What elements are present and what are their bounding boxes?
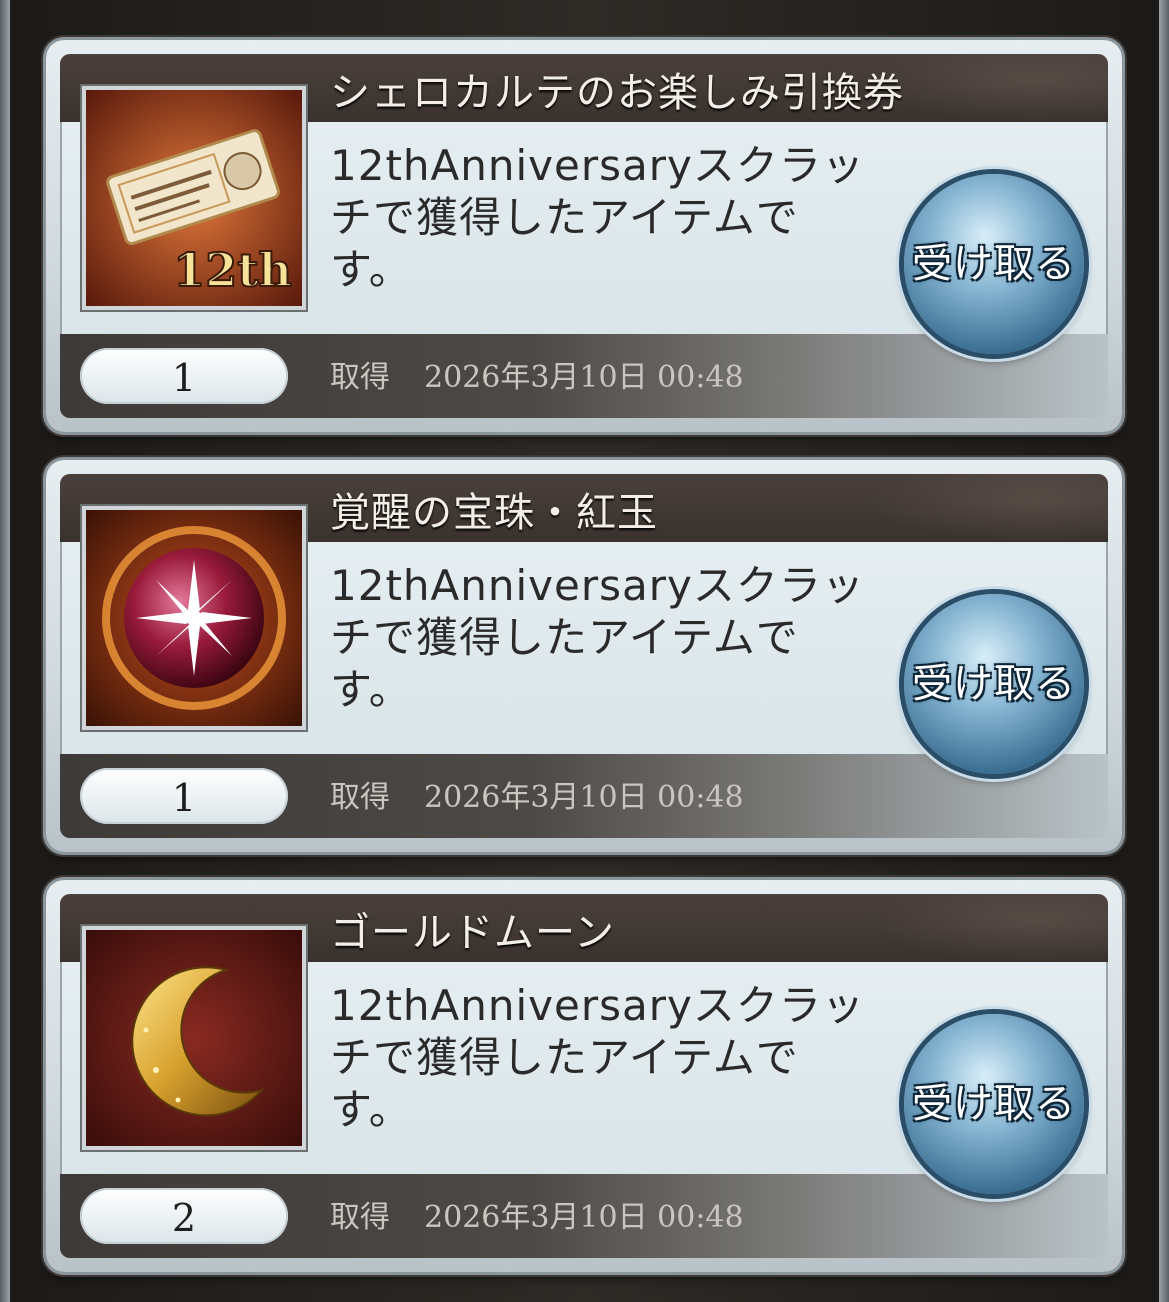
acquired-label: 取得 [330, 1200, 390, 1235]
item-footer: 2 取得 2026年3月10日 00:48 [60, 1174, 1108, 1258]
claim-button[interactable]: 受け取る [904, 174, 1084, 354]
item-name: シェロカルテのお楽しみ引換券 [330, 70, 904, 116]
acquired-info: 取得 2026年3月10日 00:48 [330, 772, 744, 816]
present-item-card: 覚醒の宝珠・紅玉 12thAnniversaryスクラッチで獲得したアイテムです… [46, 460, 1122, 852]
item-footer: 1 取得 2026年3月10日 00:48 [60, 334, 1108, 418]
quantity-badge: 1 [80, 768, 288, 824]
gold-moon-icon [86, 930, 302, 1146]
ticket-icon: 12th [86, 90, 302, 306]
svg-text:12th: 12th [173, 243, 292, 297]
quantity-badge: 1 [80, 348, 288, 404]
left-edge [0, 0, 10, 1302]
item-footer: 1 取得 2026年3月10日 00:48 [60, 754, 1108, 838]
claim-button-label: 受け取る [912, 1081, 1076, 1127]
red-orb-icon [86, 510, 302, 726]
quantity-badge: 2 [80, 1188, 288, 1244]
item-name: 覚醒の宝珠・紅玉 [330, 490, 658, 536]
right-edge [1159, 0, 1169, 1302]
acquired-date: 2026年3月10日 00:48 [424, 360, 744, 395]
acquired-info: 取得 2026年3月10日 00:48 [330, 352, 744, 396]
item-name: ゴールドムーン [330, 910, 615, 956]
acquired-label: 取得 [330, 780, 390, 815]
present-item-card: シェロカルテのお楽しみ引換券 12th 12thAnniversaryスクラッチ… [46, 40, 1122, 432]
acquired-info: 取得 2026年3月10日 00:48 [330, 1192, 744, 1236]
item-description: 12thAnniversaryスクラッチで獲得したアイテムです。 [330, 981, 865, 1134]
present-item-card: ゴールドムーン 12thAnniversaryスクラッチで獲得したアイテムです。… [46, 880, 1122, 1272]
claim-button-label: 受け取る [912, 241, 1076, 287]
item-description: 12thAnniversaryスクラッチで獲得したアイテムです。 [330, 561, 865, 714]
acquired-date: 2026年3月10日 00:48 [424, 1200, 744, 1235]
claim-button[interactable]: 受け取る [904, 1014, 1084, 1194]
acquired-label: 取得 [330, 360, 390, 395]
claim-button[interactable]: 受け取る [904, 594, 1084, 774]
acquired-date: 2026年3月10日 00:48 [424, 780, 744, 815]
item-description: 12thAnniversaryスクラッチで獲得したアイテムです。 [330, 141, 865, 294]
claim-button-label: 受け取る [912, 661, 1076, 707]
